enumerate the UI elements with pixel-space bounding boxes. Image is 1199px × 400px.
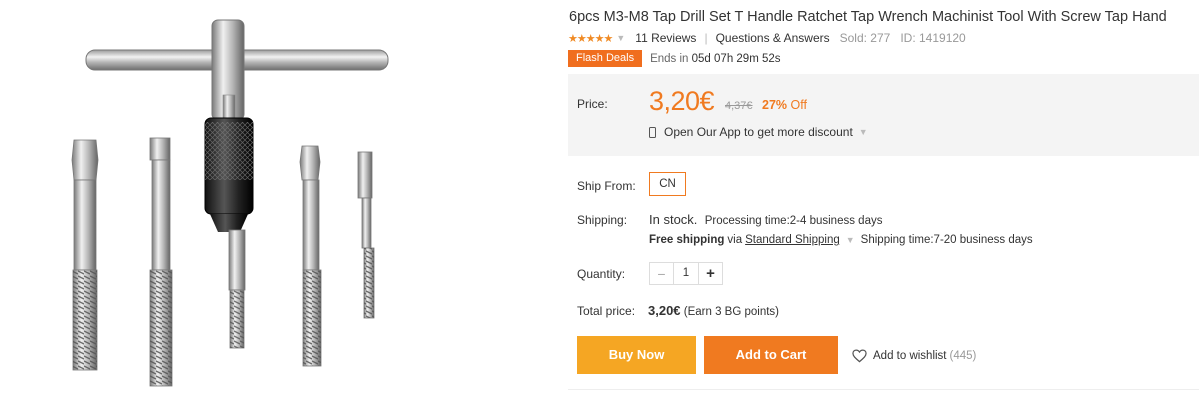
discount-percent: 27% xyxy=(762,98,788,112)
total-price-value: 3,20€ xyxy=(648,303,681,318)
price-label: Price: xyxy=(577,97,608,111)
app-discount-text: Open Our App to get more discount xyxy=(664,125,853,139)
price-box: Price: 3,20€ 4,37€ 27% Off Open Our App … xyxy=(568,74,1199,156)
wishlist-count: (445) xyxy=(949,350,977,362)
star-icon: ★ xyxy=(603,32,614,45)
wishlist-label: Add to wishlist xyxy=(873,350,947,362)
total-price: 3,20€ (Earn 3 BG points) xyxy=(648,303,779,318)
star-icon: ★ xyxy=(576,32,587,45)
ends-label: Ends in xyxy=(650,52,689,65)
shipping-label: Shipping: xyxy=(577,213,628,227)
shipping-time: Shipping time:7-20 business days xyxy=(860,234,1033,246)
phone-icon xyxy=(649,126,656,138)
chevron-down-icon[interactable]: ▼ xyxy=(846,235,855,245)
current-price: 3,20€ xyxy=(649,86,715,116)
quantity-label: Quantity: xyxy=(577,267,626,281)
countdown-value: 05d 07h 29m 52s xyxy=(691,52,781,65)
total-price-label: Total price: xyxy=(577,304,636,318)
bg-points: (Earn 3 BG points) xyxy=(683,306,779,318)
flash-deals-badge[interactable]: Flash Deals xyxy=(568,50,643,67)
divider xyxy=(568,389,1199,390)
product-info-panel: 6pcs M3-M8 Tap Drill Set T Handle Ratche… xyxy=(568,0,1199,400)
original-price: 4,37€ xyxy=(725,100,753,112)
flash-countdown: Ends in 05d 07h 29m 52s xyxy=(650,53,780,65)
product-id: ID: 1419120 xyxy=(900,31,966,45)
processing-time: Processing time:2-4 business days xyxy=(704,215,883,227)
flash-deal-row: Flash Deals Ends in 05d 07h 29m 52s xyxy=(568,50,781,67)
rating-stars[interactable]: ★ ★ ★ ★ ★ xyxy=(568,32,614,45)
quantity-input[interactable]: 1 xyxy=(674,263,698,284)
shipping-method-link[interactable]: Standard Shipping xyxy=(745,234,840,246)
product-meta: ★ ★ ★ ★ ★ ▼ 11 Reviews | Questions & Ans… xyxy=(568,30,966,46)
sold-count: Sold: 277 xyxy=(839,31,891,45)
discount-suffix: Off xyxy=(790,98,807,112)
product-photo xyxy=(71,19,389,387)
add-to-cart-button[interactable]: Add to Cart xyxy=(704,336,838,374)
discount-badge: 27% Off xyxy=(762,98,807,112)
ship-from-option-cn[interactable]: CN xyxy=(649,172,686,196)
free-shipping-text: Free shipping xyxy=(649,234,725,246)
in-stock-text: In stock. xyxy=(649,212,698,227)
heart-icon xyxy=(852,349,867,363)
add-to-wishlist-button[interactable]: Add to wishlist (445) xyxy=(852,349,976,363)
product-image[interactable] xyxy=(0,0,560,400)
quantity-decrease-button[interactable]: − xyxy=(650,263,674,284)
reviews-link[interactable]: 11 Reviews xyxy=(635,31,696,45)
quantity-increase-button[interactable]: + xyxy=(698,263,722,284)
questions-answers-link[interactable]: Questions & Answers xyxy=(716,31,830,45)
chevron-down-icon: ▼ xyxy=(858,127,868,137)
quantity-stepper: − 1 + xyxy=(649,262,723,285)
chevron-down-icon[interactable]: ▼ xyxy=(616,33,625,43)
via-text: via xyxy=(727,234,743,246)
stock-status: In stock. Processing time:2-4 business d… xyxy=(649,212,882,227)
star-icon: ★ xyxy=(568,32,578,45)
star-icon: ★ xyxy=(585,32,596,45)
buy-now-button[interactable]: Buy Now xyxy=(577,336,696,374)
star-icon: ★ xyxy=(594,32,605,45)
shipping-method-row: Free shipping via Standard Shipping ▼ Sh… xyxy=(649,234,1033,246)
divider: | xyxy=(704,31,708,45)
ship-from-label: Ship From: xyxy=(577,179,636,193)
product-title: 6pcs M3-M8 Tap Drill Set T Handle Ratche… xyxy=(569,9,1167,25)
app-discount-link[interactable]: Open Our App to get more discount ▼ xyxy=(649,125,868,139)
